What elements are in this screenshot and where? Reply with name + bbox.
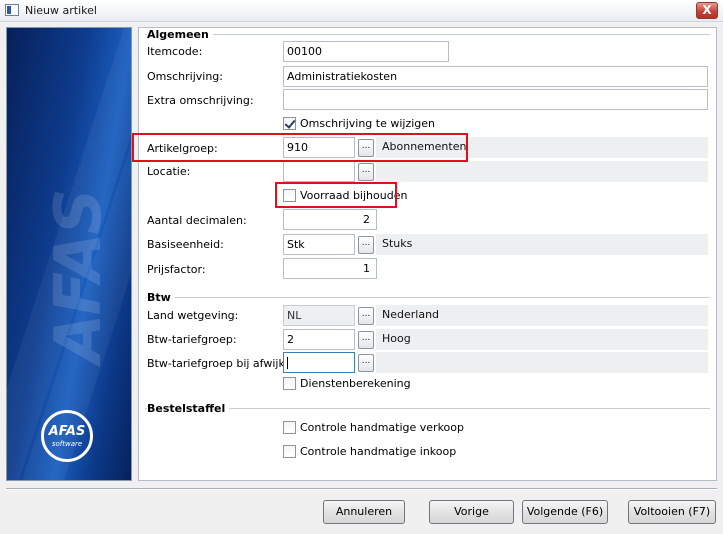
checkbox-checked-icon[interactable] bbox=[283, 117, 296, 130]
omschrijving-te-wijzigen-checkbox[interactable]: Omschrijving te wijzigen bbox=[283, 116, 483, 132]
omschrijving-te-wijzigen-label: Omschrijving te wijzigen bbox=[300, 117, 436, 130]
land-wetgeving-input: NL bbox=[283, 305, 355, 326]
land-wetgeving-label: Land wetgeving: bbox=[147, 309, 239, 322]
section-title-bestelstaffel: Bestelstaffel bbox=[147, 402, 230, 415]
basiseenheid-input[interactable]: Stk bbox=[283, 234, 355, 255]
btw-tariefgroep-lookup-button[interactable]: ... bbox=[358, 331, 374, 349]
btw-tariefgroep-description: Hoog bbox=[376, 329, 708, 350]
section-title-algemeen: Algemeen bbox=[147, 28, 213, 41]
highlight-voorraad-bijhouden bbox=[275, 182, 397, 208]
controle-verkoop-label: Controle handmatige verkoop bbox=[300, 421, 464, 434]
checkbox-unchecked-icon[interactable] bbox=[283, 421, 296, 434]
volgende-button[interactable]: Volgende (F6) bbox=[522, 500, 608, 524]
close-button[interactable]: X bbox=[696, 2, 718, 19]
locatie-label: Locatie: bbox=[147, 165, 191, 178]
form-panel: Algemeen Itemcode: 00100 Omschrijving: A… bbox=[132, 27, 717, 481]
checkbox-unchecked-icon[interactable] bbox=[283, 445, 296, 458]
basiseenheid-label: Basiseenheid: bbox=[147, 238, 224, 251]
afas-banner: AFAS AFAS software bbox=[6, 27, 132, 481]
btw-tariefgroep-afwijking-input[interactable] bbox=[283, 352, 355, 373]
btw-tariefgroep-input[interactable]: 2 bbox=[283, 329, 355, 350]
prijsfactor-input[interactable]: 1 bbox=[283, 258, 377, 279]
logo-sub-text: software bbox=[51, 440, 83, 448]
locatie-lookup-button[interactable]: ... bbox=[358, 163, 374, 181]
controle-inkoop-checkbox[interactable]: Controle handmatige inkoop bbox=[283, 444, 483, 460]
afas-logo: AFAS software bbox=[41, 410, 93, 462]
locatie-description bbox=[376, 161, 708, 182]
controle-verkoop-checkbox[interactable]: Controle handmatige verkoop bbox=[283, 420, 483, 436]
omschrijving-label: Omschrijving: bbox=[147, 70, 223, 83]
footer-divider bbox=[6, 488, 717, 489]
title-bar: Nieuw artikel X bbox=[0, 0, 723, 22]
aantal-decimalen-input[interactable]: 2 bbox=[283, 209, 377, 230]
extra-omschrijving-label: Extra omschrijving: bbox=[147, 94, 254, 107]
text-caret bbox=[287, 357, 288, 369]
voltooien-button[interactable]: Voltooien (F7) bbox=[628, 500, 716, 524]
itemcode-input[interactable]: 00100 bbox=[283, 41, 449, 62]
banner-watermark: AFAS bbox=[42, 190, 116, 363]
itemcode-label: Itemcode: bbox=[147, 45, 203, 58]
land-wetgeving-description: Nederland bbox=[376, 305, 708, 326]
basiseenheid-lookup-button[interactable]: ... bbox=[358, 236, 374, 254]
btw-tariefgroep-afwijking-lookup-button[interactable]: ... bbox=[358, 354, 374, 372]
btw-tariefgroep-label: Btw-tariefgroep: bbox=[147, 333, 237, 346]
basiseenheid-description: Stuks bbox=[376, 234, 708, 255]
annuleren-button[interactable]: Annuleren bbox=[323, 500, 405, 524]
aantal-decimalen-label: Aantal decimalen: bbox=[147, 214, 247, 227]
controle-inkoop-label: Controle handmatige inkoop bbox=[300, 445, 457, 458]
checkbox-unchecked-icon[interactable] bbox=[283, 377, 296, 390]
locatie-input[interactable] bbox=[283, 161, 355, 182]
window-title: Nieuw artikel bbox=[25, 4, 97, 17]
btw-tariefgroep-afwijking-description bbox=[376, 352, 708, 373]
dienstenberekening-label: Dienstenberekening bbox=[300, 377, 411, 390]
btw-tariefgroep-afwijking-label: Btw-tariefgroep bij afwijking: bbox=[147, 357, 306, 370]
window-icon bbox=[5, 4, 19, 16]
dienstenberekening-checkbox[interactable]: Dienstenberekening bbox=[283, 376, 433, 392]
vorige-button[interactable]: Vorige bbox=[429, 500, 514, 524]
prijsfactor-label: Prijsfactor: bbox=[147, 263, 206, 276]
land-wetgeving-lookup-button[interactable]: ... bbox=[358, 307, 374, 325]
extra-omschrijving-input[interactable] bbox=[283, 89, 708, 110]
logo-main-text: AFAS bbox=[48, 424, 86, 439]
omschrijving-input[interactable]: Administratiekosten bbox=[283, 66, 708, 87]
section-title-btw: Btw bbox=[147, 291, 175, 304]
highlight-artikelgroep bbox=[132, 133, 468, 162]
